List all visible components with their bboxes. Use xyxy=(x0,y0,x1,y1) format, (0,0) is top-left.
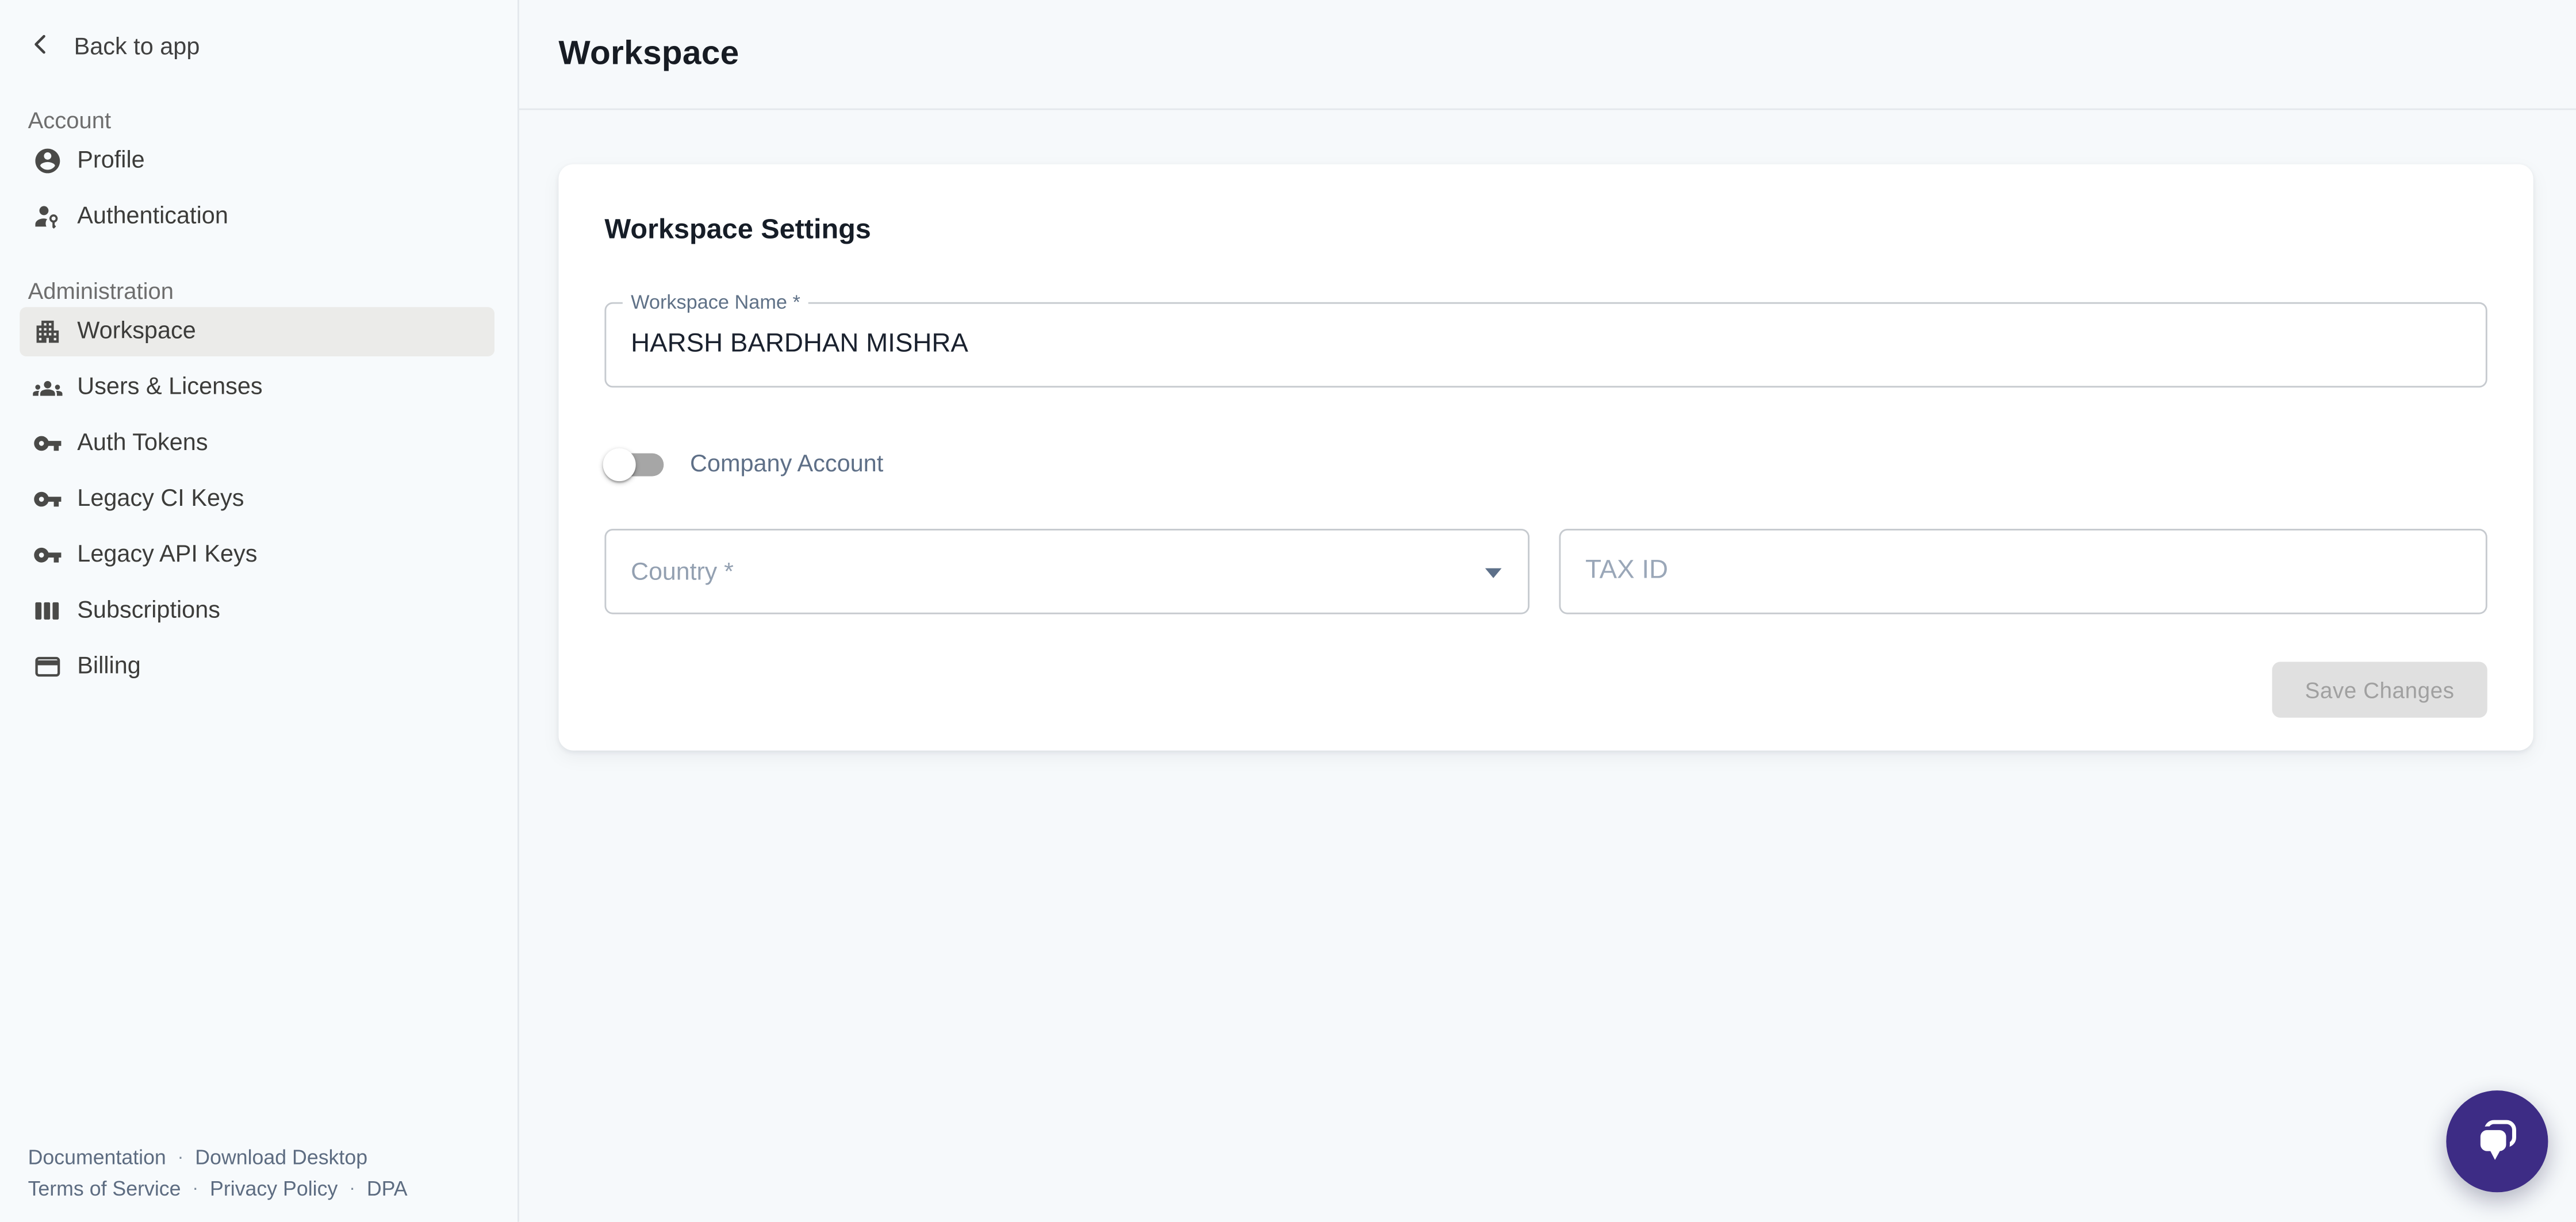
footer-separator: · xyxy=(349,1174,355,1205)
sidebar-item-label: Authentication xyxy=(77,203,228,230)
page-title: Workspace xyxy=(558,34,739,74)
sidebar-item-workspace[interactable]: Workspace xyxy=(20,307,494,356)
workspace-settings-page: Back to app Account Profile Authenticati… xyxy=(0,0,2576,1222)
sidebar-item-label: Users & Licenses xyxy=(77,374,262,401)
chevron-left-icon xyxy=(28,31,55,64)
workspace-name-label: Workspace Name * xyxy=(623,291,808,314)
save-changes-button[interactable]: Save Changes xyxy=(2272,662,2487,717)
person-key-icon xyxy=(33,202,62,231)
toggle-thumb xyxy=(603,448,636,481)
main-area: Workspace Workspace Settings Workspace N… xyxy=(519,0,2576,1222)
sidebar-item-label: Legacy CI Keys xyxy=(77,486,244,513)
key-icon xyxy=(33,540,62,570)
building-icon xyxy=(33,317,62,346)
workspace-settings-card: Workspace Settings Workspace Name * Comp… xyxy=(558,164,2533,751)
sidebar-item-label: Workspace xyxy=(77,318,195,345)
sidebar-item-label: Profile xyxy=(77,148,144,174)
chat-launcher-button[interactable] xyxy=(2446,1090,2548,1192)
key-icon xyxy=(33,429,62,458)
sidebar: Back to app Account Profile Authenticati… xyxy=(0,0,519,1222)
sidebar-item-subscriptions[interactable]: Subscriptions xyxy=(20,586,494,636)
country-label: Country * xyxy=(631,531,734,616)
footer-separator: · xyxy=(178,1143,183,1174)
back-to-app-label: Back to app xyxy=(74,34,200,61)
footer-link-terms[interactable]: Terms of Service xyxy=(28,1174,181,1205)
sidebar-item-billing[interactable]: Billing xyxy=(20,642,494,691)
sidebar-item-label: Legacy API Keys xyxy=(77,542,257,568)
sidebar-item-legacy-ci-keys[interactable]: Legacy CI Keys xyxy=(20,475,494,524)
sidebar-item-authentication[interactable]: Authentication xyxy=(20,192,494,241)
section-title-administration: Administration xyxy=(28,278,490,304)
company-account-toggle[interactable] xyxy=(604,447,667,483)
credit-card-icon xyxy=(33,652,62,681)
sidebar-item-users-licenses[interactable]: Users & Licenses xyxy=(20,363,494,412)
footer-link-download-desktop[interactable]: Download Desktop xyxy=(195,1143,367,1174)
footer-link-documentation[interactable]: Documentation xyxy=(28,1143,166,1174)
section-title-account: Account xyxy=(28,107,490,133)
footer-link-privacy[interactable]: Privacy Policy xyxy=(210,1174,338,1205)
country-select[interactable]: Country * xyxy=(604,529,1529,614)
sidebar-item-auth-tokens[interactable]: Auth Tokens xyxy=(20,419,494,468)
account-circle-icon xyxy=(33,146,62,175)
footer-link-dpa[interactable]: DPA xyxy=(367,1174,408,1205)
tax-id-field xyxy=(1559,529,2487,614)
key-icon xyxy=(33,485,62,514)
columns-icon xyxy=(33,596,62,625)
company-account-row: Company Account xyxy=(604,440,883,490)
workspace-name-field: Workspace Name * xyxy=(604,302,2487,388)
sidebar-item-label: Auth Tokens xyxy=(77,431,208,457)
workspace-name-input[interactable] xyxy=(606,304,2486,386)
sidebar-item-legacy-api-keys[interactable]: Legacy API Keys xyxy=(20,531,494,580)
chat-bubbles-icon xyxy=(2471,1115,2523,1167)
dropdown-arrow-icon xyxy=(1485,568,1502,578)
tax-id-input[interactable] xyxy=(1561,531,2486,613)
groups-icon xyxy=(33,373,62,402)
sidebar-item-profile[interactable]: Profile xyxy=(20,136,494,186)
sidebar-item-label: Subscriptions xyxy=(77,598,220,624)
main-header: Workspace xyxy=(519,0,2576,110)
footer-separator: · xyxy=(193,1174,198,1205)
sidebar-footer: Documentation · Download Desktop Terms o… xyxy=(28,1143,408,1206)
back-to-app-button[interactable]: Back to app xyxy=(28,25,490,71)
content-area: Workspace Settings Workspace Name * Comp… xyxy=(519,110,2576,1222)
company-account-label: Company Account xyxy=(690,452,883,478)
card-title: Workspace Settings xyxy=(604,213,871,246)
sidebar-item-label: Billing xyxy=(77,654,141,680)
